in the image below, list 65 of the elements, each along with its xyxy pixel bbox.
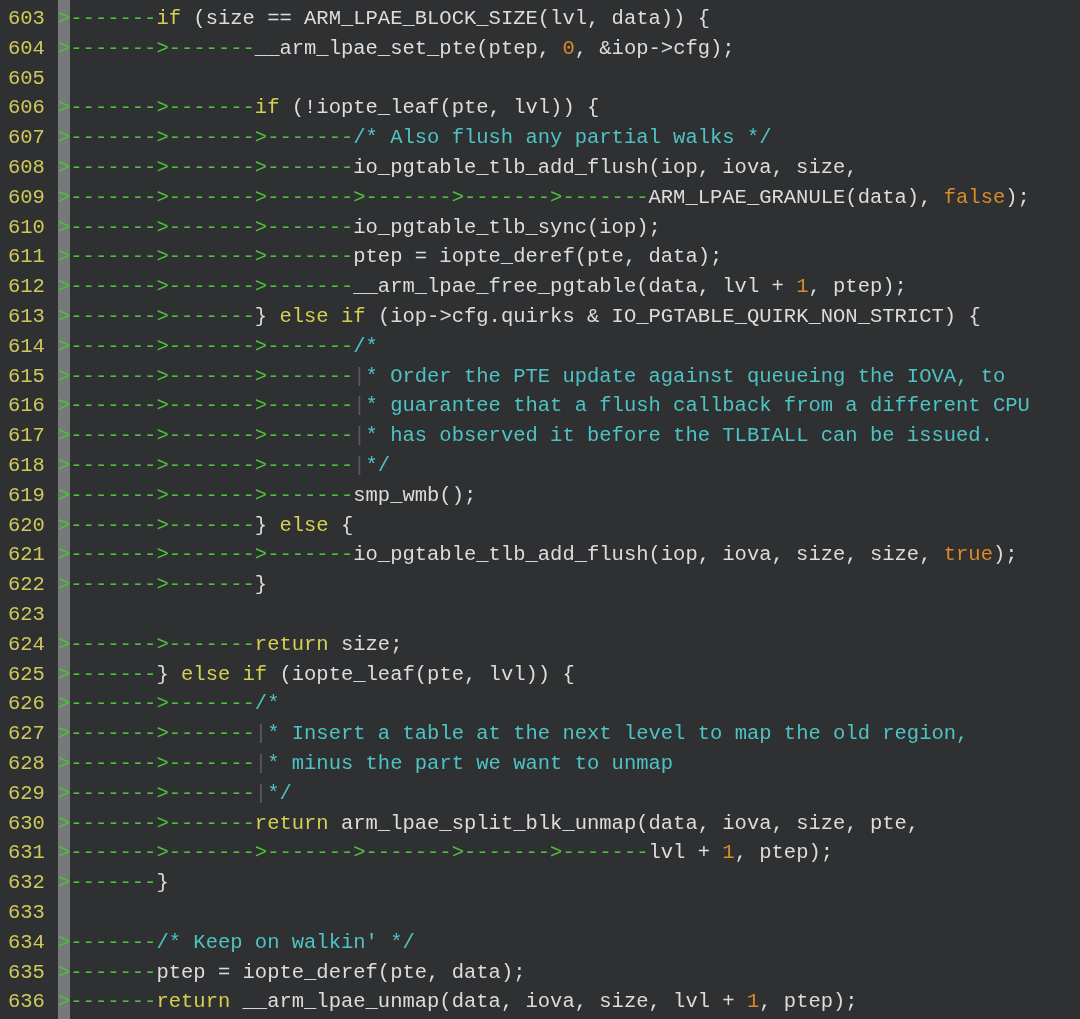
line-number: 610	[7, 214, 46, 241]
line-number: 605	[7, 65, 46, 92]
code-line: >------->-------return arm_lpae_split_blk_unmap(data, iova, size, pte,	[58, 810, 920, 837]
code-line: >------->------->------->------->------->-------lvl + 1, ptep);	[58, 840, 834, 867]
code-line: >------->------->-------/* Also flush any partial walks */	[58, 125, 772, 152]
line-number: 632	[7, 870, 46, 897]
line-number: 618	[7, 452, 46, 479]
line-number: 612	[7, 274, 46, 301]
code-line: >------->-------|*/	[58, 780, 292, 807]
code-line: >------->------->-------/*	[58, 333, 378, 360]
line-number: 615	[7, 363, 46, 390]
code-line: >------->------->-------io_pgtable_tlb_add_flush(iop, iova, size, size, true);	[58, 542, 1018, 569]
line-number: 613	[7, 303, 46, 330]
code-line: >-------}	[58, 870, 169, 897]
line-number: 603	[7, 6, 46, 32]
line-number: 626	[7, 691, 46, 718]
line-number: 608	[7, 155, 46, 181]
code-line: >-------ptep = iopte_deref(pte, data);	[58, 959, 526, 986]
code-line: >------->-------/*	[58, 691, 280, 718]
line-number: 635	[7, 959, 46, 986]
line-number: 628	[7, 750, 46, 777]
line-number: 623	[7, 601, 46, 628]
line-number: 636	[7, 989, 46, 1016]
code-line: >------->-------|* minus the part we want to unmap	[58, 750, 674, 777]
line-number: 630	[7, 810, 46, 837]
line-number: 622	[7, 572, 46, 599]
line-number: 606	[7, 95, 46, 122]
code-line: >------->------->-------|* has observed it before the TLBIALL can be issued.	[58, 423, 993, 450]
line-number: 634	[7, 929, 46, 956]
code-line: >------->------->-------io_pgtable_tlb_sync(iop);	[58, 214, 661, 241]
code-line: >------->------->-------smp_wmb();	[58, 482, 477, 509]
line-number: 614	[7, 333, 46, 360]
line-number: 631	[7, 840, 46, 867]
code-line: >-------if (size == ARM_LPAE_BLOCK_SIZE(lvl, data)) {	[58, 6, 711, 32]
code-line: >------->------->-------|* guarantee that a flush callback from a different CPU	[58, 393, 1030, 420]
code-line: >------->------->-------io_pgtable_tlb_add_flush(iop, iova, size,	[58, 155, 858, 181]
line-number: 619	[7, 482, 46, 509]
code-line: >------->-------} else if (iop->cfg.quirks & IO_PGTABLE_QUIRK_NON_STRICT) {	[58, 303, 981, 330]
code-line: >------->------->-------|* Order the PTE update against queueing the IOVA, to	[58, 363, 1006, 390]
line-number: 607	[7, 125, 46, 152]
code-line: >------->------->-------|*/	[58, 452, 391, 479]
code-line: >-------} else if (iopte_leaf(pte, lvl)) {	[58, 661, 575, 688]
line-number: 629	[7, 780, 46, 807]
line-number: 625	[7, 661, 46, 688]
line-number: 633	[7, 899, 46, 926]
line-number: 609	[7, 184, 46, 211]
line-number: 611	[7, 244, 46, 271]
code-line: >------->------->-------ptep = iopte_deref(pte, data);	[58, 244, 723, 271]
code-line: >------->-------return size;	[58, 631, 403, 658]
line-number: 627	[7, 721, 46, 748]
code-line: >------->------->-------__arm_lpae_free_pgtable(data, lvl + 1, ptep);	[58, 274, 907, 301]
code-line: >------->-------if (!iopte_leaf(pte, lvl)) {	[58, 95, 600, 122]
line-number: 620	[7, 512, 46, 539]
code-line: >------->-------|* Insert a table at the next level to map the old region,	[58, 721, 969, 748]
line-number: 624	[7, 631, 46, 658]
line-number: 617	[7, 423, 46, 450]
code-line: >-------return __arm_lpae_unmap(data, iova, size, lvl + 1, ptep);	[58, 989, 858, 1016]
code-line: >------->-------}	[58, 572, 268, 599]
code-line: >------->------->------->------->------->-------ARM_LPAE_GRANULE(data), false);	[58, 184, 1030, 211]
line-number: 616	[7, 393, 46, 420]
code-line: >------->-------} else {	[58, 512, 354, 539]
line-number: 621	[7, 542, 46, 569]
line-number: 604	[7, 35, 46, 62]
code-line: >-------/* Keep on walkin' */	[58, 929, 415, 956]
code-line: >------->-------__arm_lpae_set_pte(ptep, 0, &iop->cfg);	[58, 35, 735, 62]
